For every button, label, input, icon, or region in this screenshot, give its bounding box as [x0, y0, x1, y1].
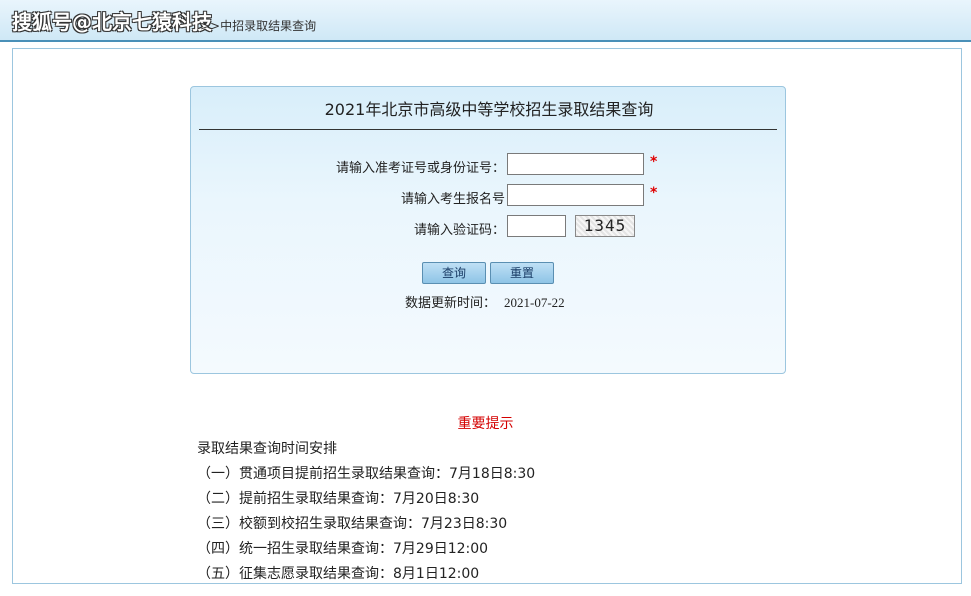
reset-button[interactable]: 重置	[490, 262, 554, 284]
reg-label-cell: 请输入考生报名号	[191, 184, 505, 208]
captcha-input[interactable]	[507, 215, 566, 237]
id-required-mark: *	[650, 154, 658, 170]
captcha-label: 请输入验证码：	[413, 223, 505, 238]
id-label-cell: 请输入准考证号或身份证号：	[191, 153, 505, 177]
update-time-value: 2021-07-22	[504, 295, 565, 310]
update-time-label: 数据更新时间：	[405, 296, 497, 311]
schedule-item: （四）统一招生录取结果查询：7月29日12:00	[197, 541, 489, 557]
registration-number-label: 请输入考生报名号	[400, 192, 505, 207]
query-panel: 2021年北京市高级中等学校招生录取结果查询 请输入准考证号或身份证号： * 请…	[190, 86, 786, 374]
update-time-line: 数据更新时间： 2021-07-22	[405, 292, 565, 311]
panel-title: 2021年北京市高级中等学校招生录取结果查询	[324, 100, 654, 119]
captcha-label-cell: 请输入验证码：	[191, 215, 505, 239]
schedule-item: （三）校额到校招生录取结果查询：7月23日8:30	[197, 516, 508, 532]
captcha-image[interactable]: 1345	[575, 215, 635, 237]
registration-number-input[interactable]	[507, 184, 644, 206]
query-button[interactable]: 查询	[422, 262, 486, 284]
schedule-subtitle: 录取结果查询时间安排	[197, 441, 337, 457]
id-number-input[interactable]	[507, 153, 644, 175]
schedule-list: （一）贯通项目提前招生录取结果查询：7月18日8:30 （二）提前招生录取结果查…	[197, 463, 535, 588]
schedule-item: （五）征集志愿录取结果查询：8月1日12:00	[197, 566, 480, 582]
id-number-label: 请输入准考证号或身份证号：	[335, 161, 505, 176]
top-header-bar: 搜狐号@北京七猿科技 >>中招录取结果查询	[0, 0, 971, 42]
schedule-item: （一）贯通项目提前招生录取结果查询：7月18日8:30	[197, 466, 536, 482]
title-divider	[199, 129, 777, 130]
reg-required-mark: *	[650, 185, 658, 201]
watermark-text: 搜狐号@北京七猿科技	[12, 10, 212, 34]
important-notice-title: 重要提示	[457, 416, 514, 432]
schedule-item: （二）提前招生录取结果查询：7月20日8:30	[197, 491, 480, 507]
breadcrumb: >>中招录取结果查询	[200, 19, 317, 33]
